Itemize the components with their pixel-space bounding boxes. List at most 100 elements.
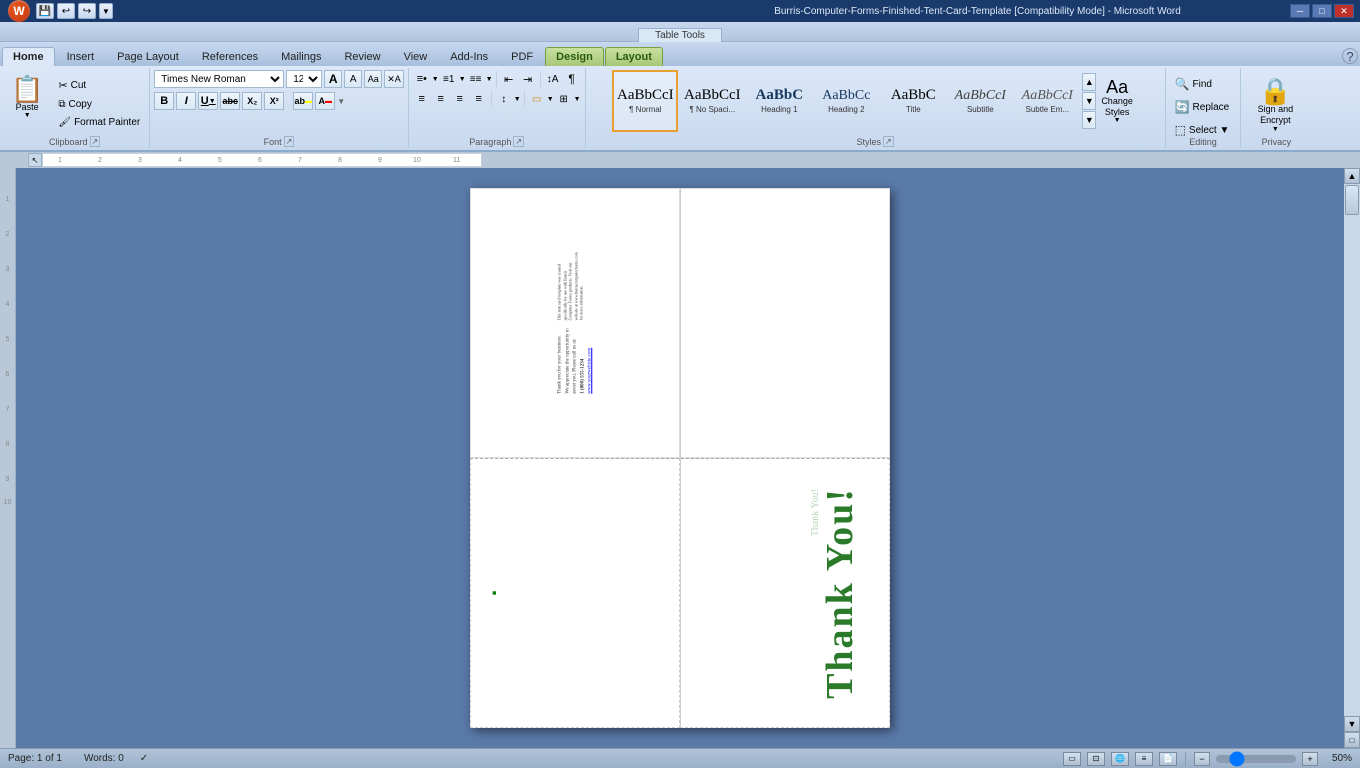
ribbon-tabs: Home Insert Page Layout References Maili… [0, 42, 1360, 66]
italic-button[interactable]: I [176, 92, 196, 110]
increase-indent-button[interactable]: ⇥ [519, 70, 537, 88]
align-right-button[interactable]: ≡ [451, 90, 469, 108]
content-area: 1 2 3 4 5 6 7 8 9 10 Thank you for your … [0, 168, 1360, 748]
shrink-font-button[interactable]: A [344, 70, 362, 88]
strikethrough-button[interactable]: abc [220, 92, 240, 110]
clear-formatting-button[interactable]: ✕A [384, 70, 404, 88]
style-heading2-button[interactable]: AaBbCc Heading 2 [813, 70, 879, 132]
maximize-button[interactable]: □ [1312, 4, 1332, 18]
change-case-button[interactable]: Aa [364, 70, 382, 88]
sort-button[interactable]: ↕A [544, 70, 562, 88]
tab-layout[interactable]: Layout [605, 47, 663, 66]
shading-dropdown[interactable]: ▼ [547, 96, 554, 103]
web-layout-view-button[interactable]: 🌐 [1111, 752, 1129, 766]
scroll-track[interactable] [1344, 184, 1360, 716]
underline-button[interactable]: U ▼ [198, 92, 218, 110]
style-subtle-em-button[interactable]: AaBbCcI Subtle Em... [1014, 70, 1080, 132]
tab-design[interactable]: Design [545, 47, 604, 66]
zoom-out-button[interactable]: − [1194, 752, 1210, 766]
line-spacing-dropdown[interactable]: ▼ [514, 96, 521, 103]
minimize-button[interactable]: ─ [1290, 4, 1310, 18]
font-name-select[interactable]: Times New Roman [154, 70, 284, 88]
find-button[interactable]: 🔍 Find [1170, 74, 1235, 94]
font-color-dropdown[interactable]: ▼ [337, 97, 345, 106]
replace-button[interactable]: 🔄 Replace [1170, 97, 1235, 117]
customize-qat-button[interactable]: ▼ [99, 3, 113, 19]
font-label: Font ↗ [150, 136, 408, 147]
align-left-button[interactable]: ≡ [413, 90, 431, 108]
align-center-button[interactable]: ≡ [432, 90, 450, 108]
paragraph-expand-icon[interactable]: ↗ [513, 136, 524, 147]
decrease-indent-button[interactable]: ⇤ [500, 70, 518, 88]
redo-button[interactable]: ↪ [78, 3, 96, 19]
copy-button[interactable]: ⧉ Copy [53, 96, 145, 113]
paste-button[interactable]: 📋 Paste ▼ [4, 72, 50, 123]
bullets-button[interactable]: ≡• [413, 70, 431, 88]
style-heading1-button[interactable]: AaBbC Heading 1 [746, 70, 812, 132]
print-layout-view-button[interactable]: ▭ [1063, 752, 1081, 766]
thank-you-text: Thank You! [821, 487, 859, 699]
style-title-button[interactable]: AaBbC Title [880, 70, 946, 132]
borders-button[interactable]: ⊞ [555, 90, 573, 108]
subscript-button[interactable]: X₂ [242, 92, 262, 110]
numbering-button[interactable]: ≡1 [440, 70, 458, 88]
styles-scroll-down-button[interactable]: ▼ [1082, 92, 1096, 110]
change-styles-button[interactable]: Aa ChangeStyles ▼ [1096, 75, 1138, 128]
table-tools-label: Table Tools [638, 28, 722, 42]
office-button[interactable]: W [8, 0, 30, 22]
font-size-select[interactable]: 12 [286, 70, 322, 88]
font-expand-icon[interactable]: ↗ [284, 136, 295, 147]
outline-view-button[interactable]: ≡ [1135, 752, 1153, 766]
draft-view-button[interactable]: 📄 [1159, 752, 1177, 766]
scroll-down-button[interactable]: ▼ [1344, 716, 1360, 732]
check-icon[interactable]: ✓ [140, 753, 148, 764]
multilevel-dropdown[interactable]: ▼ [486, 76, 493, 83]
bullets-dropdown[interactable]: ▼ [432, 76, 439, 83]
shading-button[interactable]: ▭ [528, 90, 546, 108]
justify-button[interactable]: ≡ [470, 90, 488, 108]
sign-encrypt-button[interactable]: 🔒 Sign andEncrypt ▼ [1254, 74, 1298, 137]
style-no-spacing-button[interactable]: AaBbCcI ¶ No Spaci... [679, 70, 745, 132]
close-button[interactable]: ✕ [1334, 4, 1354, 18]
tab-references[interactable]: References [191, 47, 269, 66]
superscript-button[interactable]: X² [264, 92, 284, 110]
full-screen-view-button[interactable]: ⊡ [1087, 752, 1105, 766]
cut-button[interactable]: ✂ Cut [53, 76, 145, 95]
document-area[interactable]: Thank you for your business. We apprecia… [16, 168, 1344, 748]
styles-more-button[interactable]: ▼ [1082, 111, 1096, 129]
save-button[interactable]: 💾 [36, 3, 54, 19]
ruler-toggle[interactable]: ↖ [28, 153, 42, 167]
zoom-slider[interactable] [1216, 755, 1296, 763]
tab-review[interactable]: Review [333, 47, 391, 66]
tab-add-ins[interactable]: Add-Ins [439, 47, 499, 66]
text-highlight-button[interactable]: ab ▬ [293, 92, 313, 110]
scroll-thumb[interactable] [1345, 185, 1359, 215]
scroll-bottom-button[interactable]: □ [1344, 732, 1360, 748]
zoom-in-button[interactable]: + [1302, 752, 1318, 766]
scroll-up-button[interactable]: ▲ [1344, 168, 1360, 184]
style-subtitle-button[interactable]: AaBbCcI Subtitle [947, 70, 1013, 132]
undo-button[interactable]: ↩ [57, 3, 75, 19]
tab-pdf[interactable]: PDF [500, 47, 544, 66]
grow-font-button[interactable]: A [324, 70, 342, 88]
bold-button[interactable]: B [154, 92, 174, 110]
multilevel-button[interactable]: ≡≡ [467, 70, 485, 88]
numbering-dropdown[interactable]: ▼ [459, 76, 466, 83]
tab-view[interactable]: View [393, 47, 439, 66]
tab-mailings[interactable]: Mailings [270, 47, 332, 66]
line-spacing-button[interactable]: ↕ [495, 90, 513, 108]
style-heading2-preview: AaBbCc [822, 89, 870, 103]
help-icon[interactable]: ? [1342, 48, 1358, 64]
show-hide-button[interactable]: ¶ [563, 70, 581, 88]
style-normal-button[interactable]: AaBbCcI ¶ Normal [612, 70, 678, 132]
ruler: 1 2 3 4 5 6 7 8 9 10 11 [42, 153, 482, 167]
styles-scroll-up-button[interactable]: ▲ [1082, 73, 1096, 91]
format-painter-button[interactable]: 🖌 Format Painter [53, 114, 145, 131]
borders-dropdown[interactable]: ▼ [574, 96, 581, 103]
styles-expand-icon[interactable]: ↗ [883, 136, 894, 147]
font-color-button[interactable]: A ▬ [315, 92, 335, 110]
tab-home[interactable]: Home [2, 47, 55, 66]
clipboard-expand-icon[interactable]: ↗ [90, 136, 101, 147]
tab-insert[interactable]: Insert [56, 47, 106, 66]
tab-page-layout[interactable]: Page Layout [106, 47, 190, 66]
